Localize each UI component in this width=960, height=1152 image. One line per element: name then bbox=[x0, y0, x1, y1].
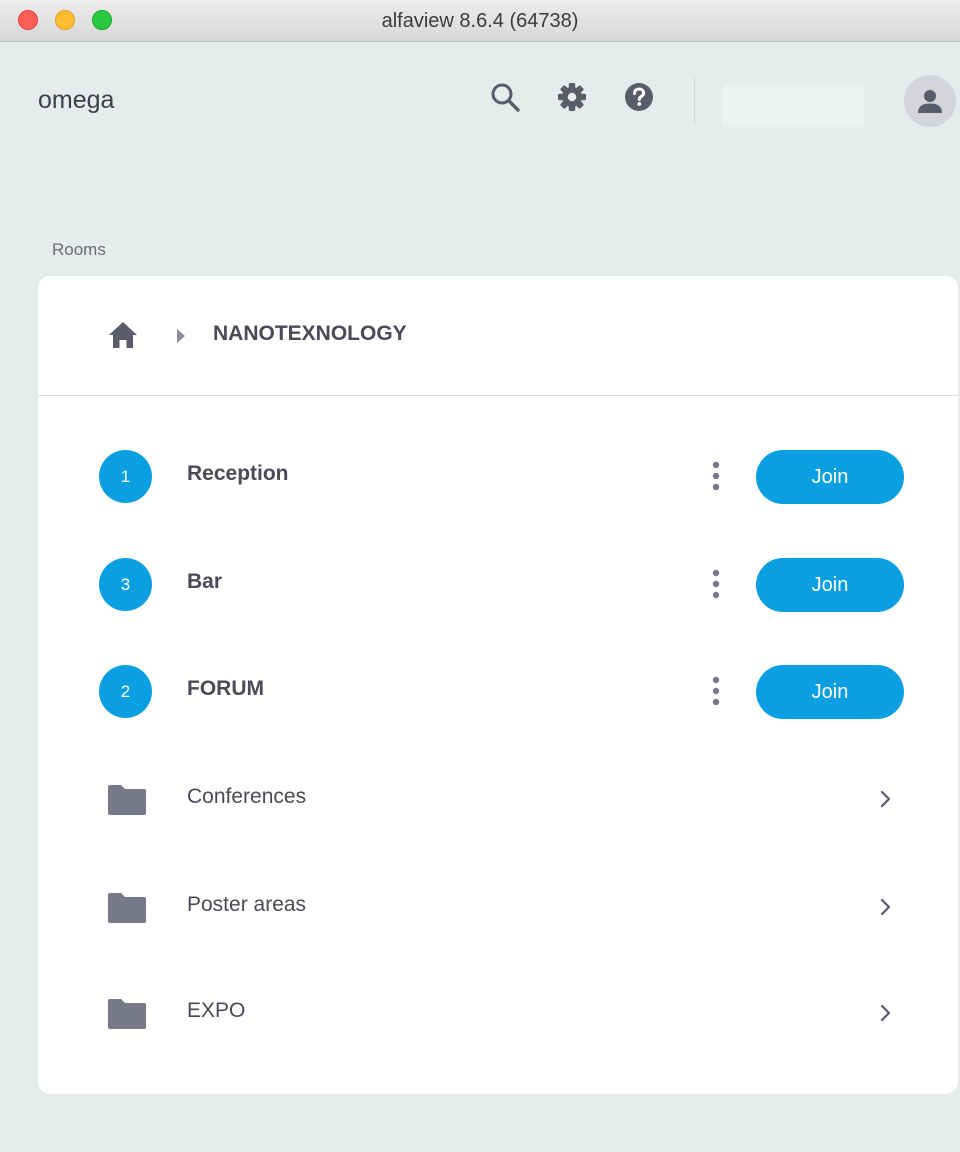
room-more-button[interactable] bbox=[702, 671, 730, 711]
help-button[interactable] bbox=[622, 80, 656, 114]
breadcrumb: NANOTEXNOLOGY bbox=[38, 276, 958, 396]
gear-icon bbox=[558, 83, 586, 111]
rooms-section-label: Rooms bbox=[52, 240, 106, 259]
search-icon bbox=[491, 83, 520, 112]
folder-icon bbox=[108, 999, 146, 1029]
participant-count-badge: 3 bbox=[99, 558, 152, 611]
room-more-button[interactable] bbox=[702, 564, 730, 604]
breadcrumb-current: NANOTEXNOLOGY bbox=[213, 322, 407, 345]
header-divider bbox=[694, 78, 695, 124]
room-name: Reception bbox=[187, 462, 289, 485]
join-button[interactable]: Join bbox=[756, 450, 904, 504]
more-vertical-icon bbox=[712, 569, 720, 599]
home-icon[interactable] bbox=[108, 320, 138, 350]
room-row-reception: 1 Reception Join bbox=[38, 436, 958, 516]
room-name: Bar bbox=[187, 570, 223, 593]
participant-count-badge: 1 bbox=[99, 450, 152, 503]
room-more-button[interactable] bbox=[702, 456, 730, 496]
folder-icon bbox=[108, 785, 146, 815]
person-icon bbox=[918, 90, 942, 113]
window-titlebar: alfaview 8.6.4 (64738) bbox=[0, 0, 960, 42]
more-vertical-icon bbox=[712, 676, 720, 706]
folder-name: Conferences bbox=[187, 785, 307, 808]
folder-row-expo[interactable]: EXPO bbox=[38, 973, 958, 1053]
avatar[interactable] bbox=[904, 75, 956, 127]
room-row-forum: 2 FORUM Join bbox=[38, 651, 958, 731]
folder-name: EXPO bbox=[187, 999, 246, 1022]
room-row-bar: 3 Bar Join bbox=[38, 544, 958, 624]
folder-icon bbox=[108, 893, 146, 923]
search-button[interactable] bbox=[488, 80, 522, 114]
join-button[interactable]: Join bbox=[756, 558, 904, 612]
folder-row-poster-areas[interactable]: Poster areas bbox=[38, 867, 958, 947]
workspace-name: omega bbox=[38, 86, 115, 114]
more-vertical-icon bbox=[712, 461, 720, 491]
participant-count-badge: 2 bbox=[99, 665, 152, 718]
window-title: alfaview 8.6.4 (64738) bbox=[381, 10, 579, 32]
app-header: omega bbox=[0, 42, 960, 162]
rooms-card: NANOTEXNOLOGY 1 Reception Join 3 Bar Joi… bbox=[38, 276, 958, 1094]
settings-button[interactable] bbox=[555, 80, 589, 114]
join-button[interactable]: Join bbox=[756, 665, 904, 719]
folder-row-conferences[interactable]: Conferences bbox=[38, 759, 958, 839]
chevron-right-icon[interactable] bbox=[876, 1001, 896, 1025]
help-icon bbox=[625, 83, 653, 111]
chevron-right-icon[interactable] bbox=[876, 895, 896, 919]
caret-right-icon bbox=[177, 329, 185, 343]
folder-name: Poster areas bbox=[187, 893, 307, 916]
room-name: FORUM bbox=[187, 677, 264, 700]
account-name-field[interactable] bbox=[722, 85, 864, 127]
chevron-right-icon[interactable] bbox=[876, 787, 896, 811]
